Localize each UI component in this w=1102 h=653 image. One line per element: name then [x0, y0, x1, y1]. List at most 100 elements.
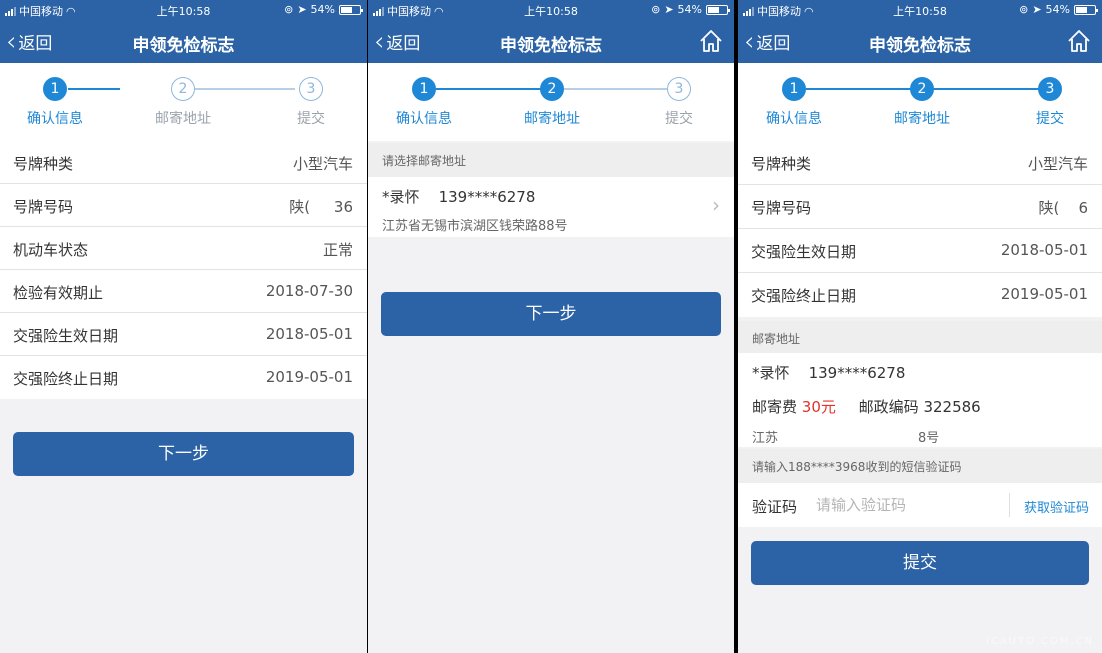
step-3-number: 3: [299, 77, 323, 101]
step-3: 3 提交: [1010, 77, 1090, 128]
step-1-label: 确认信息: [396, 111, 452, 127]
info-row-plate-type: 号牌种类 小型汽车: [0, 141, 367, 184]
get-code-button[interactable]: 获取验证码: [1024, 497, 1089, 516]
status-bar: 中国移动 ◠ 上午10:58 ⊚ ➤ 54%: [738, 0, 1102, 20]
battery-percent: 54%: [677, 3, 702, 16]
nav-bar: ‹ 返回 申领免检标志: [0, 20, 367, 63]
row-label: 机动车状态: [13, 241, 89, 259]
home-icon[interactable]: [698, 28, 724, 54]
address-end: 8号: [918, 431, 940, 446]
row-label: 交强险终止日期: [13, 370, 119, 388]
watermark: ICAUTO.COM.CN: [986, 636, 1094, 647]
step-2-number: 2: [171, 77, 195, 101]
code-label: 验证码: [752, 498, 798, 516]
row-value: 2019-05-01: [1000, 285, 1088, 303]
step-2: 2 邮寄地址: [512, 77, 592, 128]
row-label: 号牌种类: [751, 155, 812, 173]
sms-hint: 请输入188****3968收到的短信验证码: [738, 449, 1102, 483]
home-icon[interactable]: [1066, 28, 1092, 54]
mail-name-phone: *录怀 139****6278: [752, 364, 906, 382]
chevron-right-icon: ›: [712, 193, 720, 217]
row-value: 陕( 36: [289, 198, 353, 216]
step-1-number: 1: [412, 77, 436, 101]
info-row-insurance-end: 交强险终止日期 2019-05-01: [0, 356, 367, 399]
step-1-number: 1: [43, 77, 67, 101]
row-label: 号牌号码: [751, 199, 812, 217]
row-label: 号牌种类: [13, 155, 74, 173]
battery-percent: 54%: [1045, 3, 1070, 16]
battery-percent: 54%: [310, 3, 335, 16]
nav-bar: ‹ 返回 申领免检标志: [738, 20, 1102, 63]
verification-row: 验证码 获取验证码: [738, 483, 1102, 527]
mail-address-detail: 江苏 8号: [752, 427, 939, 446]
location-icon: ➤: [297, 3, 307, 16]
step-indicator: 1 确认信息 2 邮寄地址 3 提交: [0, 63, 367, 141]
info-row-plate-number: 号牌号码 陕( 6: [738, 185, 1102, 229]
step-indicator: 1 确认信息 2 邮寄地址 3 提交: [738, 63, 1102, 141]
row-label: 交强险终止日期: [751, 287, 857, 305]
submit-button[interactable]: 提交: [751, 541, 1089, 585]
battery-icon: [706, 4, 730, 15]
page-title: 申领免检标志: [500, 36, 602, 56]
page-title: 申领免检标志: [869, 36, 971, 56]
step-1: 1 确认信息: [384, 77, 464, 128]
screen-mailing-address: 中国移动 ◠ 上午10:58 ⊚ ➤ 54% ‹ 返回 申领免检标志 1 确认信息 2 邮寄…: [368, 0, 734, 653]
row-value: 小型汽车: [1027, 155, 1088, 173]
row-value: 2019-05-01: [265, 368, 353, 386]
info-row-insurance-end: 交强险终止日期 2019-05-01: [738, 273, 1102, 317]
status-bar: 中国移动 ◠ 上午10:58 ⊚ ➤ 54%: [0, 0, 367, 20]
address-section-hint: 请选择邮寄地址: [368, 143, 734, 177]
row-value: 2018-05-01: [1000, 241, 1088, 259]
step-indicator: 1 确认信息 2 邮寄地址 3 提交: [368, 63, 734, 141]
step-3-number: 3: [1038, 77, 1062, 101]
postcode: 邮政编码 322586: [858, 398, 981, 416]
row-value: 小型汽车: [292, 155, 353, 173]
step-3-label: 提交: [665, 111, 693, 127]
step-3-number: 3: [667, 77, 691, 101]
location-icon: ➤: [664, 3, 674, 16]
address-detail: 江苏省无锡市滨湖区钱荣路88号: [382, 219, 568, 234]
step-3-label: 提交: [1036, 111, 1064, 127]
step-3-label: 提交: [297, 111, 325, 127]
fee-label: 邮寄费: [752, 398, 798, 416]
row-value: 2018-07-30: [265, 282, 353, 300]
row-label: 号牌号码: [13, 198, 74, 216]
step-2-label: 邮寄地址: [155, 111, 211, 127]
info-row-inspection-expiry: 检验有效期止 2018-07-30: [0, 270, 367, 313]
page-title: 申领免检标志: [132, 36, 235, 56]
address-card[interactable]: *录怀 139****6278 江苏省无锡市滨湖区钱荣路88号 ›: [368, 177, 734, 237]
status-bar: 中国移动 ◠ 上午10:58 ⊚ ➤ 54%: [368, 0, 734, 20]
divider: [1009, 493, 1010, 517]
next-button[interactable]: 下一步: [381, 292, 721, 336]
step-2: 2 邮寄地址: [143, 77, 223, 128]
step-3: 3 提交: [639, 77, 719, 128]
address-start: 江苏: [752, 431, 779, 446]
row-value: 陕( 6: [1038, 199, 1088, 217]
row-label: 检验有效期止: [13, 284, 104, 302]
step-2-label: 邮寄地址: [894, 111, 950, 127]
orientation-lock-icon: ⊚: [651, 3, 661, 16]
screen-submit: 中国移动 ◠ 上午10:58 ⊚ ➤ 54% ‹ 返回 申领免检标志 1 确认信息 2 邮寄…: [738, 0, 1102, 653]
next-button[interactable]: 下一步: [13, 432, 354, 476]
row-value: 正常: [322, 241, 353, 259]
info-row-plate-number: 号牌号码 陕( 36: [0, 184, 367, 227]
info-row-insurance-start: 交强险生效日期 2018-05-01: [0, 313, 367, 356]
address-name-phone: *录怀 139****6278: [382, 188, 536, 206]
mail-section-title: 邮寄地址: [738, 321, 1102, 353]
mail-address-card: *录怀 139****6278 邮寄费 30元 邮政编码 322586 江苏 8号: [738, 353, 1102, 447]
screen-confirm-info: 中国移动 ◠ 上午10:58 ⊚ ➤ 54% ‹ 返回 申领免检标志 1 确认信息 2 邮寄…: [0, 0, 367, 653]
row-label: 交强险生效日期: [13, 327, 119, 345]
step-2-number: 2: [540, 77, 564, 101]
info-row-plate-type: 号牌种类 小型汽车: [738, 141, 1102, 185]
verification-code-input[interactable]: [816, 492, 986, 518]
vehicle-info-list: 号牌种类 小型汽车 号牌号码 陕( 6 交强险生效日期 2018-05-01 交强险终…: [738, 141, 1102, 317]
step-1-label: 确认信息: [27, 111, 83, 127]
fee-value: 30元: [801, 398, 836, 416]
battery-icon: [339, 4, 363, 15]
row-value: 2018-05-01: [265, 325, 353, 343]
step-2: 2 邮寄地址: [882, 77, 962, 128]
orientation-lock-icon: ⊚: [1019, 3, 1029, 16]
step-2-number: 2: [910, 77, 934, 101]
orientation-lock-icon: ⊚: [284, 3, 294, 16]
info-row-vehicle-status: 机动车状态 正常: [0, 227, 367, 270]
